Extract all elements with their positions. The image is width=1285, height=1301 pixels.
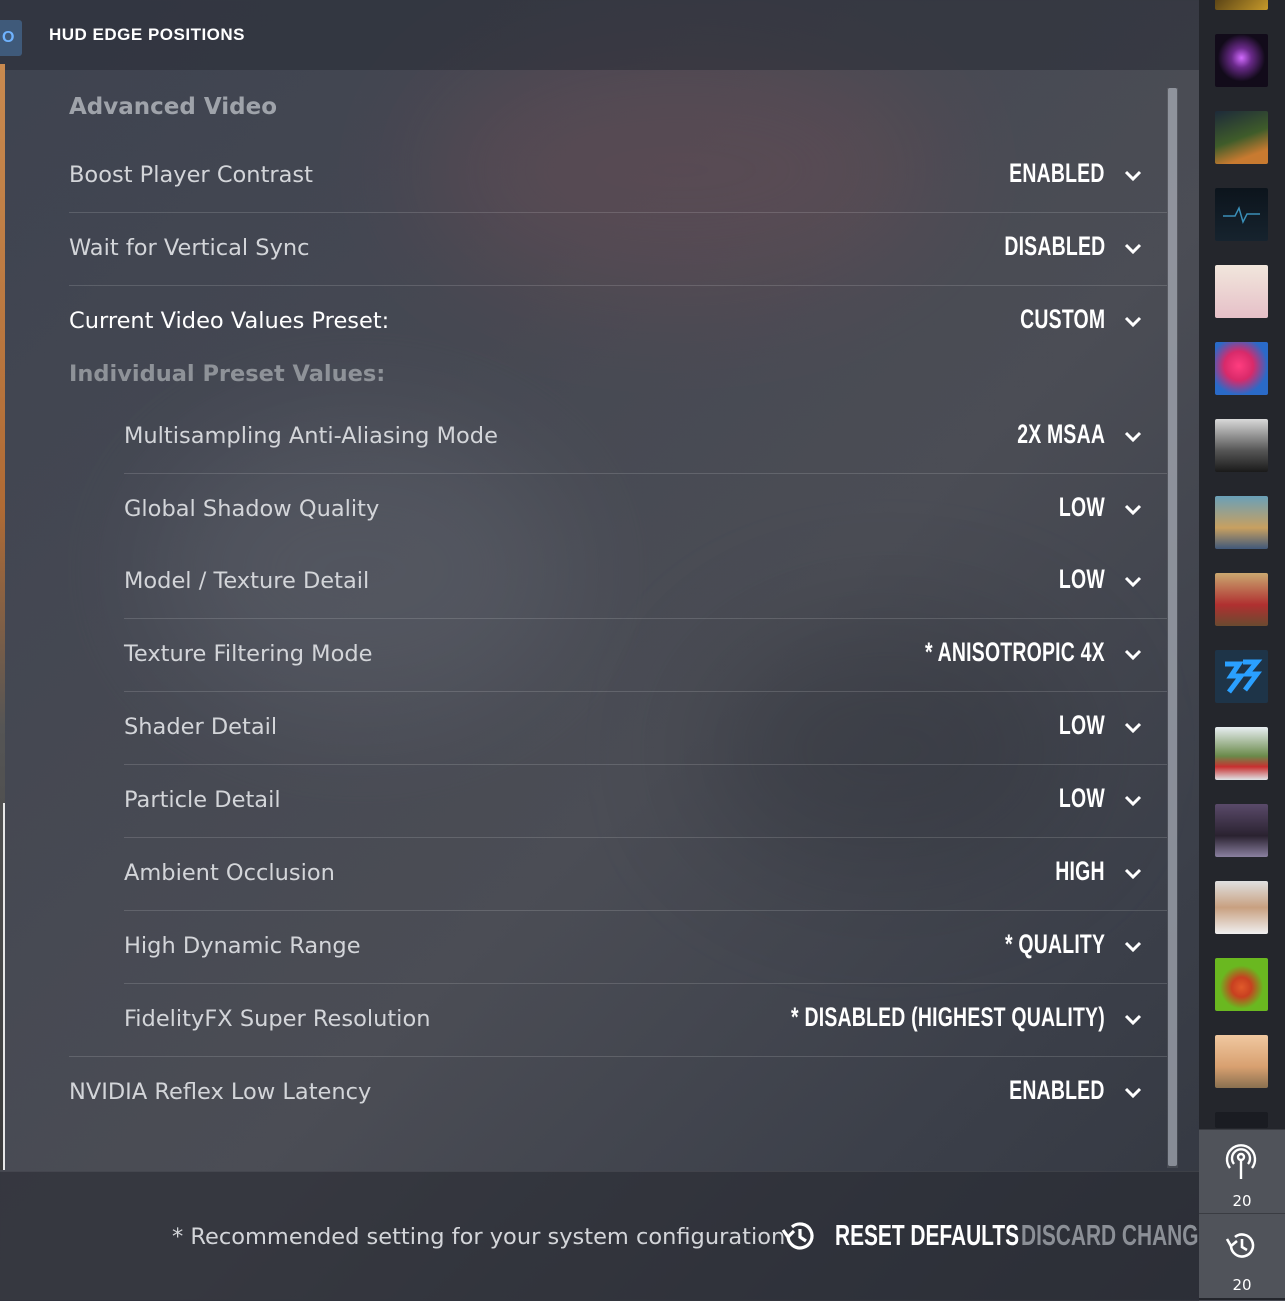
friend-avatar[interactable] [1215,727,1268,780]
chevron-down-icon[interactable] [1123,312,1143,332]
friend-avatar[interactable] [1215,188,1268,241]
chevron-down-icon[interactable] [1123,572,1143,592]
setting-dropdown-value[interactable]: LOW [1059,710,1105,741]
setting-label: NVIDIA Reflex Low Latency [69,1079,372,1105]
setting-row-texture-filtering[interactable]: Texture Filtering Mode * ANISOTROPIC 4X [124,619,1167,692]
chevron-down-icon[interactable] [1123,645,1143,665]
chevron-down-icon[interactable] [1123,239,1143,259]
history-reset-icon[interactable] [780,1218,818,1254]
setting-label: Wait for Vertical Sync [69,235,310,261]
setting-label: Particle Detail [124,787,281,813]
chevron-down-icon[interactable] [1123,427,1143,447]
recent-button[interactable]: 20 [1199,1213,1285,1298]
friend-avatar[interactable] [1215,881,1268,934]
setting-dropdown-value[interactable]: * QUALITY [1005,929,1105,960]
friend-avatar[interactable] [1215,342,1268,395]
setting-label: Model / Texture Detail [124,568,370,594]
friend-avatar[interactable] [1215,650,1268,703]
setting-dropdown-value[interactable]: LOW [1059,492,1105,523]
setting-label: Boost Player Contrast [69,162,313,188]
discard-changes-button[interactable]: DISCARD CHANGES [1021,1220,1226,1253]
setting-row-texture-detail[interactable]: Model / Texture Detail LOW [124,546,1167,619]
setting-row-vertical-sync[interactable]: Wait for Vertical Sync DISABLED [69,213,1167,286]
heartbeat-icon [1223,205,1260,225]
setting-dropdown-value[interactable]: * ANISOTROPIC 4X [925,637,1105,668]
friend-avatar[interactable] [1215,419,1268,472]
setting-label: Shader Detail [124,714,278,740]
setting-dropdown-value[interactable]: HIGH [1056,856,1105,887]
tab-hud-edge-positions[interactable]: HUD EDGE POSITIONS [49,25,245,45]
setting-row-boost-player-contrast[interactable]: Boost Player Contrast ENABLED [69,140,1167,213]
setting-dropdown-value[interactable]: ENABLED [1010,1075,1105,1106]
setting-label: Texture Filtering Mode [124,641,373,667]
friend-avatar[interactable] [1215,34,1268,87]
chevron-down-icon[interactable] [1123,166,1143,186]
scrollbar-thumb[interactable] [1168,88,1177,1166]
chevron-down-icon[interactable] [1123,937,1143,957]
setting-row-msaa[interactable]: Multisampling Anti-Aliasing Mode 2X MSAA [124,401,1167,474]
settings-footer: * Recommended setting for your system co… [0,1171,1226,1301]
setting-label: Current Video Values Preset: [69,308,390,334]
setting-dropdown-value[interactable]: 2X MSAA [1017,419,1105,450]
friend-avatar[interactable] [1215,496,1268,549]
setting-dropdown-value[interactable]: ENABLED [1010,158,1105,189]
setting-row-video-preset[interactable]: Current Video Values Preset: CUSTOM [69,286,1167,359]
chevron-down-icon[interactable] [1123,864,1143,884]
setting-row-hdr[interactable]: High Dynamic Range * QUALITY [124,911,1167,984]
recent-count: 20 [1232,1276,1252,1294]
broadcast-antenna-icon [1225,1144,1257,1179]
setting-row-ambient-occlusion[interactable]: Ambient Occlusion HIGH [124,838,1167,911]
broadcast-button[interactable]: 20 [1199,1129,1285,1214]
friend-avatar[interactable] [1215,958,1268,1011]
friend-avatar[interactable] [1215,111,1268,164]
friend-avatar[interactable] [1215,265,1268,318]
setting-row-particle-detail[interactable]: Particle Detail LOW [124,765,1167,838]
setting-row-shader-detail[interactable]: Shader Detail LOW [124,692,1167,765]
logo-icon [1225,659,1263,694]
chevron-down-icon[interactable] [1123,1010,1143,1030]
friend-avatar[interactable] [1215,1035,1268,1088]
chevron-down-icon[interactable] [1123,500,1143,520]
setting-label: Ambient Occlusion [124,860,335,886]
preset-values-subheading: Individual Preset Values: [69,361,386,387]
setting-dropdown-value[interactable]: LOW [1059,783,1105,814]
setting-row-shadow-quality[interactable]: Global Shadow Quality LOW [124,474,1167,547]
friend-avatar[interactable] [1215,1112,1268,1128]
chevron-down-icon[interactable] [1123,718,1143,738]
friend-avatar[interactable] [1215,573,1268,626]
setting-row-fsr[interactable]: FidelityFX Super Resolution * DISABLED (… [124,984,1167,1057]
setting-label: FidelityFX Super Resolution [124,1006,431,1032]
recommended-note: * Recommended setting for your system co… [172,1224,786,1250]
friend-avatar[interactable] [1215,804,1268,857]
history-icon [1225,1233,1255,1258]
chevron-down-icon[interactable] [1123,791,1143,811]
section-title: Advanced Video [69,94,277,120]
setting-label: High Dynamic Range [124,933,361,959]
setting-dropdown-value[interactable]: LOW [1059,564,1105,595]
setting-row-nvidia-reflex[interactable]: NVIDIA Reflex Low Latency ENABLED [69,1057,1167,1130]
setting-dropdown-value[interactable]: * DISABLED (HIGHEST QUALITY) [791,1002,1105,1033]
chevron-down-icon[interactable] [1123,1083,1143,1103]
reset-defaults-button[interactable]: RESET DEFAULTS [835,1220,1019,1253]
friend-avatar[interactable] [1215,0,1268,10]
setting-label: Global Shadow Quality [124,496,380,522]
broadcast-count: 20 [1232,1192,1252,1210]
background-game-edge [3,803,5,1170]
setting-dropdown-value[interactable]: CUSTOM [1020,304,1105,335]
settings-tab-bar: O HUD EDGE POSITIONS [0,0,1199,70]
tab-video[interactable]: O [0,20,22,56]
setting-dropdown-value[interactable]: DISABLED [1004,231,1105,262]
setting-label: Multisampling Anti-Aliasing Mode [124,423,498,449]
